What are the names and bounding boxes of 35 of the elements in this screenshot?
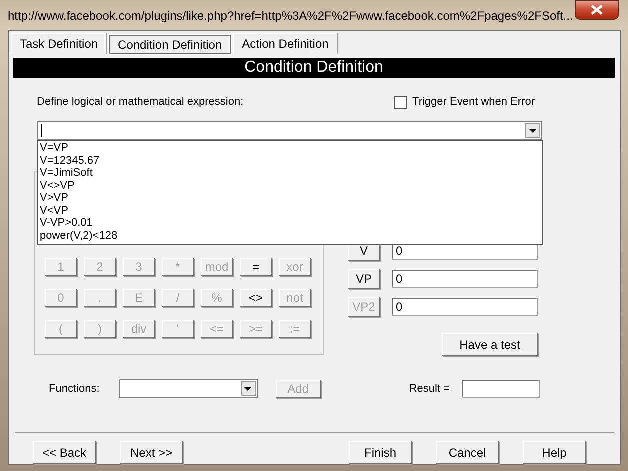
keypad-button[interactable]: <> xyxy=(240,289,272,307)
checkbox[interactable] xyxy=(394,96,407,108)
dropdown-option[interactable]: power(V,2)<128 xyxy=(38,230,542,242)
dropdown-option[interactable]: V<>VP xyxy=(38,180,542,192)
window-title: http://www.facebook.com/plugins/like.php?href=http%3A%2F%2Fwww.facebook.com%2Fpages%2FSoft... xyxy=(8,9,574,23)
checkbox-label: Trigger Event when Error xyxy=(412,96,535,108)
dropdown-option[interactable]: V>VP xyxy=(38,192,542,204)
nav-button[interactable]: Finish xyxy=(349,441,412,464)
test-button[interactable]: Have a test xyxy=(442,333,538,356)
tab[interactable]: Action Definition xyxy=(233,33,338,54)
dropdown-option[interactable]: V=12345.67 xyxy=(38,154,542,167)
close-button[interactable] xyxy=(575,0,619,20)
tab[interactable]: Task Definition xyxy=(11,33,108,54)
caret-icon xyxy=(244,386,252,390)
dropdown-option[interactable]: V=VP xyxy=(38,142,542,154)
expression-combo[interactable] xyxy=(37,121,542,140)
functions-combo[interactable] xyxy=(118,379,258,398)
functions-label: Functions: xyxy=(49,382,100,394)
nav-button[interactable]: Cancel xyxy=(436,441,499,464)
dropdown-option[interactable]: V<VP xyxy=(38,204,542,217)
keypad-button[interactable]: = xyxy=(240,258,272,276)
tab[interactable]: Condition Definition xyxy=(109,35,232,54)
nav-button[interactable]: Next >> xyxy=(120,441,183,464)
result-field[interactable] xyxy=(462,380,540,398)
variable-button[interactable]: VP xyxy=(348,269,380,289)
nav-button[interactable]: << Back xyxy=(33,441,96,464)
section-banner: Condition Definition xyxy=(13,58,615,78)
nav-button[interactable]: Help xyxy=(523,441,586,464)
dropdown-option[interactable]: V=JimiSoft xyxy=(38,167,542,180)
expression-label: Define logical or mathematical expression: xyxy=(37,96,244,108)
result-label: Result = xyxy=(409,382,450,394)
caret-icon xyxy=(528,128,536,132)
variable-field[interactable]: 0 xyxy=(392,270,538,288)
close-icon xyxy=(591,5,603,15)
dropdown-option[interactable]: V-VP>0.01 xyxy=(38,217,542,230)
